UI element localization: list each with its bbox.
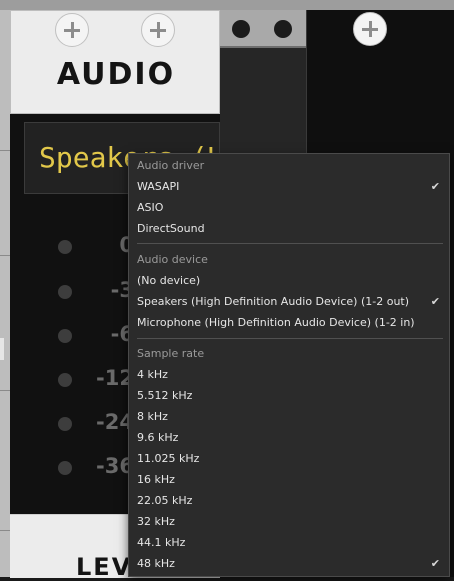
menu-item-label: 44.1 kHz xyxy=(137,536,186,549)
driver-item-directsound[interactable]: DirectSound xyxy=(129,218,449,239)
menu-item-label: 22.05 kHz xyxy=(137,494,193,507)
rate-item[interactable]: 22.05 kHz xyxy=(129,490,449,511)
rack-handle[interactable] xyxy=(0,338,4,360)
menu-item-label: 11.025 kHz xyxy=(137,452,200,465)
rate-item[interactable]: 16 kHz xyxy=(129,469,449,490)
menu-item-label: Microphone (High Definition Audio Device… xyxy=(137,316,415,329)
meter-led-icon xyxy=(58,373,72,387)
meter-led-icon xyxy=(58,240,72,254)
meter-led-icon xyxy=(58,329,72,343)
menu-item-label: WASAPI xyxy=(137,180,180,193)
audio-device-header: AUDIO xyxy=(10,10,220,114)
screw-icon xyxy=(55,13,89,47)
left-rack-rail xyxy=(0,10,10,577)
jack-icon xyxy=(232,20,250,38)
jack-icon xyxy=(274,20,292,38)
screw-icon xyxy=(353,12,387,46)
meter-led-icon xyxy=(58,461,72,475)
rate-item[interactable]: 9.6 kHz xyxy=(129,427,449,448)
audio-driver-header: Audio driver xyxy=(137,159,205,172)
rate-item[interactable]: 11.025 kHz xyxy=(129,448,449,469)
device-item-microphone[interactable]: Microphone (High Definition Audio Device… xyxy=(129,312,449,333)
menu-item-label: 4 kHz xyxy=(137,368,168,381)
device-title: AUDIO xyxy=(56,57,176,92)
menu-item-label: 8 kHz xyxy=(137,410,168,423)
driver-item-wasapi[interactable]: WASAPI ✔ xyxy=(129,176,449,197)
meter-led-icon xyxy=(58,285,72,299)
meter-led-icon xyxy=(58,417,72,431)
rate-item[interactable]: 48 kHz ✔ xyxy=(129,553,449,574)
audio-settings-menu: Audio driver WASAPI ✔ ASIO DirectSound A… xyxy=(128,153,450,577)
rate-item[interactable]: 5.512 kHz xyxy=(129,385,449,406)
rail-divider xyxy=(0,255,10,256)
driver-item-asio[interactable]: ASIO xyxy=(129,197,449,218)
adjacent-device-strip xyxy=(220,10,306,48)
menu-separator xyxy=(137,243,443,244)
device-item-speakers[interactable]: Speakers (High Definition Audio Device) … xyxy=(129,291,449,312)
menu-item-label: 16 kHz xyxy=(137,473,175,486)
rate-item[interactable]: 4 kHz xyxy=(129,364,449,385)
rate-item[interactable]: 32 kHz xyxy=(129,511,449,532)
menu-item-label: 32 kHz xyxy=(137,515,175,528)
menu-item-label: 48 kHz xyxy=(137,557,175,570)
rail-divider xyxy=(0,530,10,531)
menu-item-label: 9.6 kHz xyxy=(137,431,179,444)
checkmark-icon: ✔ xyxy=(430,557,440,570)
rail-divider xyxy=(0,390,10,391)
menu-separator xyxy=(137,338,443,339)
menu-item-label: 5.512 kHz xyxy=(137,389,193,402)
checkmark-icon: ✔ xyxy=(430,295,440,308)
menu-item-label: (No device) xyxy=(137,274,201,287)
sample-rate-header: Sample rate xyxy=(137,347,205,360)
checkmark-icon: ✔ xyxy=(430,180,440,193)
device-item-none[interactable]: (No device) xyxy=(129,270,449,291)
menu-item-label: ASIO xyxy=(137,201,164,214)
screw-icon xyxy=(141,13,175,47)
menu-item-label: DirectSound xyxy=(137,222,205,235)
rail-divider xyxy=(0,150,10,151)
menu-item-label: Speakers (High Definition Audio Device) … xyxy=(137,295,410,308)
audio-device-header: Audio device xyxy=(137,253,208,266)
rate-item[interactable]: 8 kHz xyxy=(129,406,449,427)
rate-item[interactable]: 44.1 kHz xyxy=(129,532,449,553)
